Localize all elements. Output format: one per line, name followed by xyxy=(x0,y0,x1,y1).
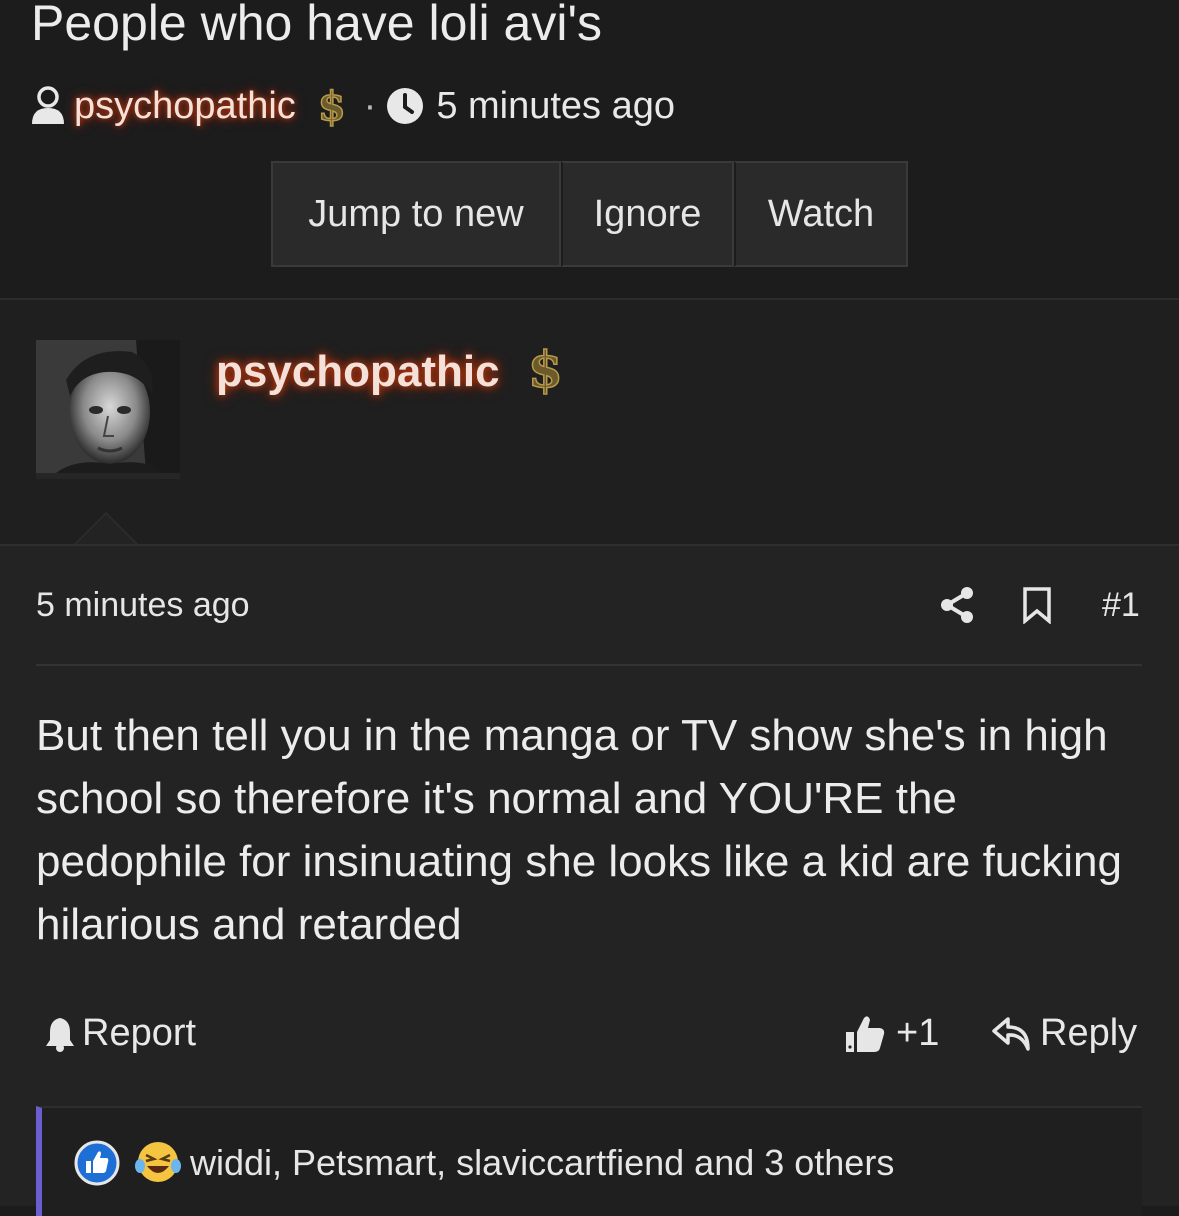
post-time[interactable]: 5 minutes ago xyxy=(36,586,250,625)
laugh-reaction-icon xyxy=(135,1142,181,1182)
like-button[interactable]: +1 xyxy=(844,1012,939,1055)
avatar-image xyxy=(36,340,180,473)
post-user-block: psychopathic $ xyxy=(0,300,1179,546)
post-body: But then tell you in the manga or TV sho… xyxy=(36,711,1122,949)
reply-icon xyxy=(992,1016,1030,1051)
avatar[interactable] xyxy=(36,340,180,473)
meta-separator: · xyxy=(363,84,377,127)
thread-time[interactable]: 5 minutes ago xyxy=(436,85,675,128)
post-arrow xyxy=(74,512,138,544)
thread-title: People who have loli avi's xyxy=(31,0,602,51)
jump-to-new-button[interactable]: Jump to new xyxy=(271,161,561,267)
user-icon xyxy=(32,86,64,124)
watch-button[interactable]: Watch xyxy=(734,161,908,267)
bookmark-icon[interactable] xyxy=(1022,586,1052,624)
post: psychopathic $ 5 minutes ago #1 But then… xyxy=(0,298,1179,1216)
report-label: Report xyxy=(82,1012,197,1054)
share-icon[interactable] xyxy=(940,586,974,624)
reactions-bar[interactable]: widdi, Petsmart, slaviccartfiend and 3 o… xyxy=(36,1106,1142,1216)
reaction-users[interactable]: widdi, Petsmart, slaviccartfiend and 3 o… xyxy=(190,1142,894,1184)
bell-icon xyxy=(46,1017,74,1052)
reply-label: Reply xyxy=(1040,1012,1138,1054)
report-button[interactable]: Report xyxy=(44,1012,196,1055)
thumbs-up-icon xyxy=(846,1015,885,1052)
thread-header: People who have loli avi's psychopathic … xyxy=(0,0,1179,298)
dollar-badge-icon: $ xyxy=(317,82,346,131)
post-header: 5 minutes ago #1 xyxy=(36,582,1142,632)
like-reaction-icon xyxy=(74,1140,120,1186)
thread-meta: psychopathic $ · 5 minutes ago xyxy=(30,82,675,131)
divider xyxy=(36,664,1142,666)
reply-button[interactable]: Reply xyxy=(992,1012,1137,1055)
thread-actions: Jump to new Ignore Watch xyxy=(271,161,908,267)
post-number-link[interactable]: #1 xyxy=(1102,586,1140,625)
ignore-button[interactable]: Ignore xyxy=(561,161,734,267)
thread-author-link[interactable]: psychopathic xyxy=(74,85,296,128)
post-username-link[interactable]: psychopathic xyxy=(216,347,500,397)
dollar-badge-icon: $ xyxy=(527,339,563,400)
post-actions: Report +1 Reply xyxy=(36,1008,1142,1058)
clock-icon xyxy=(387,88,424,124)
like-label: +1 xyxy=(896,1012,940,1054)
